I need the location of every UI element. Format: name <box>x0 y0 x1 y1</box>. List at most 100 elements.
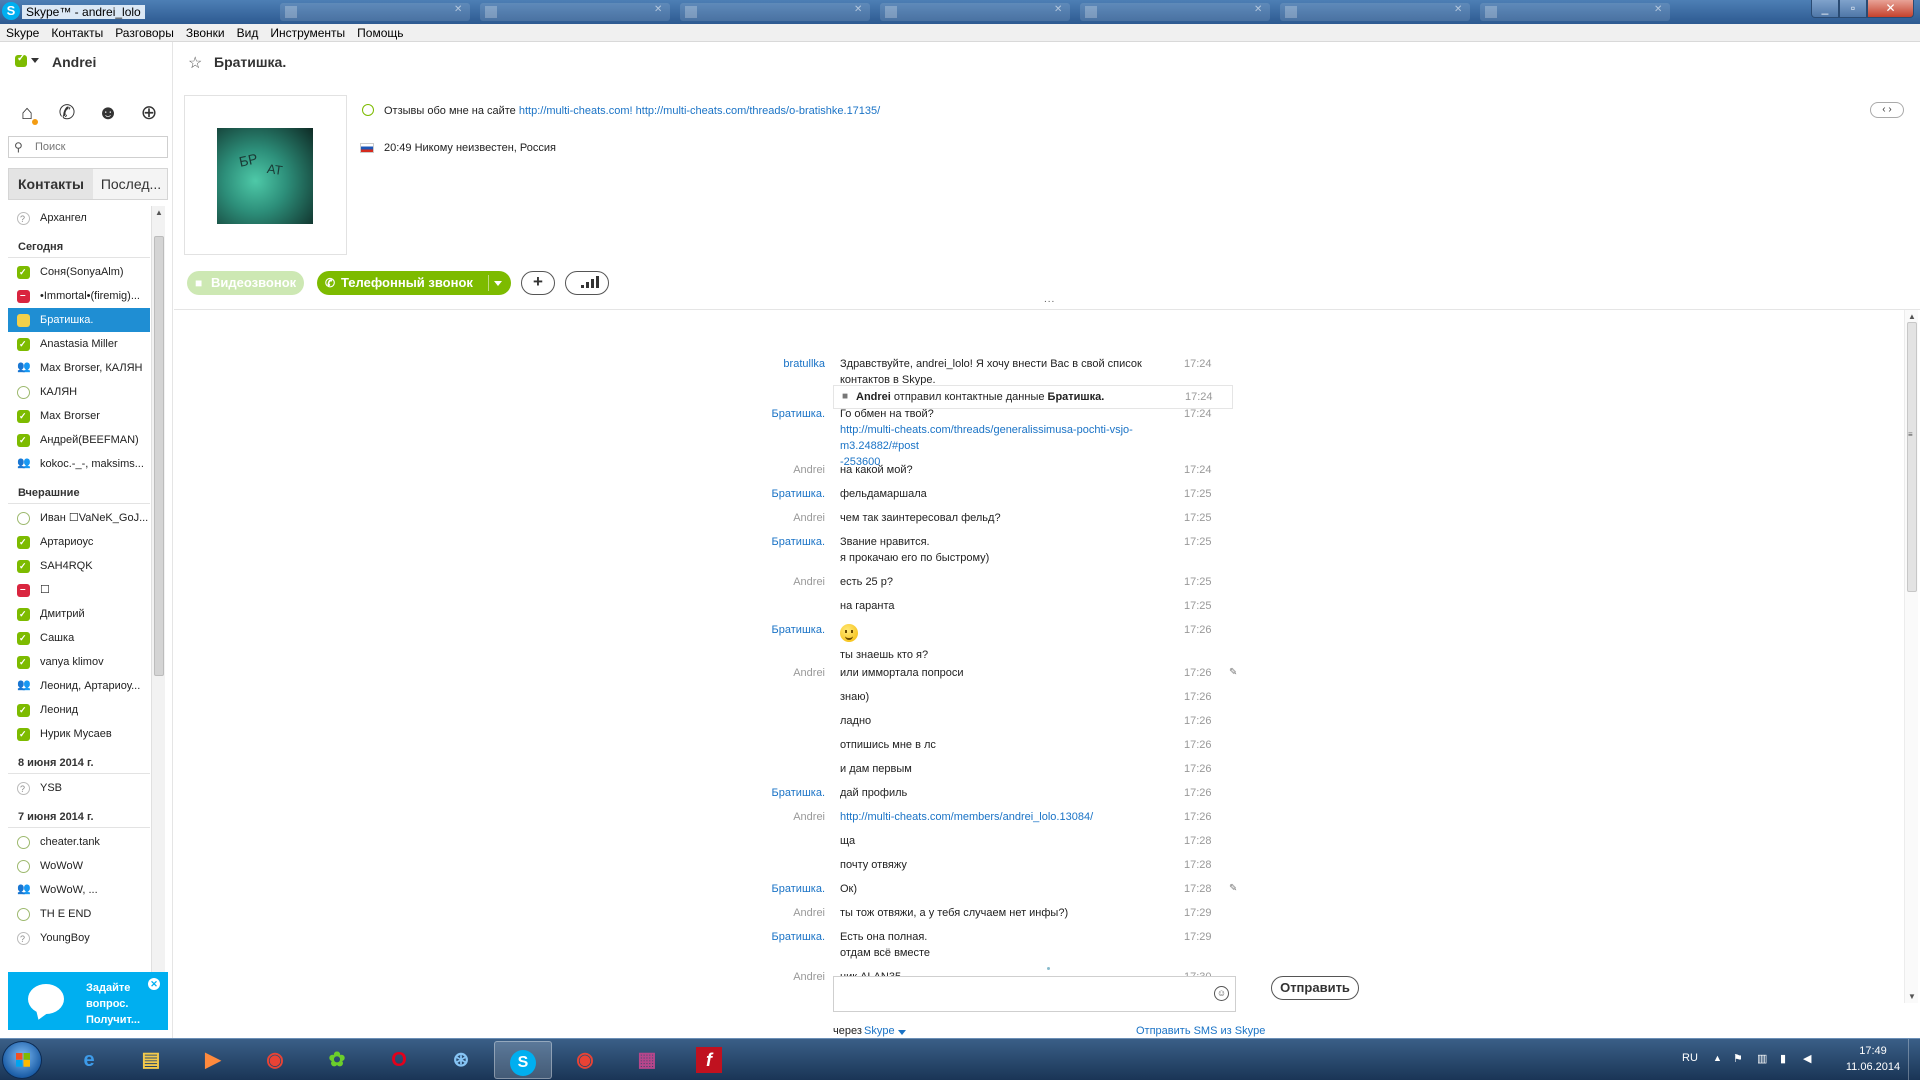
send-button[interactable]: Отправить <box>1271 976 1359 1000</box>
clock-date[interactable]: 11.06.2014 <box>1835 1061 1911 1073</box>
message-author[interactable]: Братишка. <box>174 785 825 801</box>
close-button[interactable]: ✕ <box>1867 0 1914 18</box>
menu-contacts[interactable]: Контакты <box>45 24 109 42</box>
mood-link[interactable]: http://multi-cheats.com/threads/o-bratis… <box>636 105 881 117</box>
favorite-star-icon[interactable]: ☆ <box>188 53 202 73</box>
menu-tools[interactable]: Инструменты <box>264 24 351 42</box>
avatar[interactable]: БР АТ <box>217 128 313 224</box>
message-input[interactable] <box>838 981 1198 1007</box>
tab-contacts[interactable]: Контакты <box>9 169 93 199</box>
message-author[interactable]: Братишка. <box>174 881 825 897</box>
add-contact-icon[interactable]: ⊕ <box>136 100 162 126</box>
add-button[interactable]: + <box>521 271 555 295</box>
menu-conversations[interactable]: Разговоры <box>109 24 180 42</box>
message-author[interactable]: Братишка. <box>174 534 825 550</box>
chrome-icon[interactable]: ◉ <box>556 1041 614 1079</box>
sidebar-scrollbar[interactable]: ▲ ▼ <box>151 206 165 1006</box>
user-name[interactable]: Andrei <box>52 54 96 70</box>
chevron-down-icon[interactable] <box>494 281 502 286</box>
contact-item[interactable]: Леонид <box>8 698 150 722</box>
message-author[interactable]: Andrei <box>174 905 825 921</box>
close-icon[interactable]: ✕ <box>148 978 160 990</box>
message-author[interactable]: Andrei <box>174 665 825 681</box>
scroll-down-icon[interactable]: ▼ <box>1908 992 1916 1001</box>
scroll-up-icon[interactable]: ▲ <box>1908 312 1916 321</box>
chevron-down-icon[interactable] <box>31 58 39 63</box>
phone-call-button[interactable]: ✆ Телефонный звонок <box>317 271 511 295</box>
contact-item[interactable]: Артариоус <box>8 530 150 554</box>
chat-scrollbar[interactable]: ▲ ≡ ▼ <box>1904 310 1918 1003</box>
message-author[interactable]: Andrei <box>174 574 825 590</box>
resize-handle[interactable]: ... <box>1044 294 1055 305</box>
message-author[interactable]: Andrei <box>174 510 825 526</box>
contact-item[interactable]: YSB <box>8 776 150 800</box>
video-call-button[interactable]: ■ Видеозвонок <box>187 271 304 295</box>
home-icon[interactable]: ⌂ <box>14 100 40 126</box>
skype-taskbar-icon[interactable]: S <box>494 1041 552 1079</box>
scroll-up-icon[interactable]: ▲ <box>155 208 163 217</box>
contact-item[interactable]: Anastasia Miller <box>8 332 150 356</box>
winrar-icon[interactable]: ▦ <box>618 1041 676 1079</box>
contact-item[interactable]: 👥 WoWoW, ... <box>8 878 150 902</box>
help-banner[interactable]: Задайте вопрос. Получит... ✕ <box>8 972 168 1030</box>
contact-item[interactable]: Соня(SonyaAlm) <box>8 260 150 284</box>
contact-item[interactable]: YoungBoy <box>8 926 150 950</box>
profile-nav-arrows[interactable]: ‹ › <box>1870 102 1904 118</box>
menu-calls[interactable]: Звонки <box>180 24 231 42</box>
folder-icon[interactable]: ▤ <box>122 1041 180 1079</box>
send-sms-link[interactable]: Отправить SMS из Skype <box>1136 1025 1265 1037</box>
language-indicator[interactable]: RU <box>1682 1052 1698 1064</box>
tab-recent[interactable]: Послед... <box>93 169 169 199</box>
scrollbar-thumb[interactable] <box>154 236 164 676</box>
search-input[interactable] <box>35 140 163 154</box>
opera-icon[interactable]: O <box>370 1041 428 1079</box>
emoticon-icon[interactable]: ☺ <box>1214 986 1229 1001</box>
tray-expand-icon[interactable]: ▲ <box>1713 1053 1722 1063</box>
contact-item[interactable]: Братишка. <box>8 308 150 332</box>
maximize-button[interactable]: ▫ <box>1839 0 1867 18</box>
chrome-icon[interactable]: ◉ <box>246 1041 304 1079</box>
contact-item[interactable]: SAH4RQK <box>8 554 150 578</box>
start-button[interactable] <box>2 1041 42 1079</box>
message-author[interactable]: bratullka <box>174 356 825 372</box>
clock-time[interactable]: 17:49 <box>1848 1045 1898 1057</box>
network-app-icon[interactable]: ⊛ <box>432 1041 490 1079</box>
internet-explorer-icon[interactable]: e <box>60 1041 118 1079</box>
mood-link[interactable]: http://multi-cheats.com! <box>519 105 633 117</box>
message-author[interactable]: Братишка. <box>174 406 825 422</box>
scrollbar-thumb[interactable] <box>1907 322 1917 592</box>
message-author[interactable]: Братишка. <box>174 486 825 502</box>
show-desktop-button[interactable] <box>1908 1039 1920 1081</box>
flash-icon[interactable]: f <box>680 1041 738 1079</box>
contact-item[interactable]: 👥 Леонид, Артариоу... <box>8 674 150 698</box>
message-author[interactable]: Andrei <box>174 809 825 825</box>
phone-icon[interactable]: ✆ <box>54 100 80 126</box>
contact-item[interactable]: WoWoW <box>8 854 150 878</box>
message-author[interactable]: Andrei <box>174 462 825 478</box>
contact-item[interactable]: TH E END <box>8 902 150 926</box>
via-service-select[interactable]: Skype <box>864 1025 895 1037</box>
contact-item[interactable]: Max Brorser <box>8 404 150 428</box>
contact-item[interactable]: vanya klimov <box>8 650 150 674</box>
chevron-down-icon[interactable] <box>898 1030 906 1035</box>
message-link[interactable]: http://multi-cheats.com/threads/generali… <box>840 424 1133 452</box>
contact-item[interactable]: Архангел <box>8 206 150 230</box>
contact-item[interactable]: •Immortal•(firemig)... <box>8 284 150 308</box>
message-author[interactable]: Andrei <box>174 969 825 985</box>
contact-item[interactable]: Сашка <box>8 626 150 650</box>
status-online-icon[interactable] <box>15 53 27 67</box>
media-player-icon[interactable]: ▶ <box>184 1041 242 1079</box>
menu-skype[interactable]: Skype <box>0 24 45 42</box>
volume-icon[interactable]: ◀ <box>1803 1053 1815 1065</box>
menu-view[interactable]: Вид <box>231 24 265 42</box>
contact-item[interactable]: Нурик Мусаев <box>8 722 150 746</box>
group-icon[interactable]: ☻ <box>95 100 121 126</box>
contact-item[interactable]: Дмитрий <box>8 602 150 626</box>
contact-item[interactable]: cheater.tank <box>8 830 150 854</box>
minimize-button[interactable]: _ <box>1811 0 1839 18</box>
message-author[interactable]: Братишка. <box>174 929 825 945</box>
contact-item[interactable]: КАЛЯН <box>8 380 150 404</box>
message-author[interactable]: Братишка. <box>174 622 825 638</box>
contact-item[interactable]: ☐ <box>8 578 150 602</box>
icq-icon[interactable]: ✿ <box>308 1041 366 1079</box>
